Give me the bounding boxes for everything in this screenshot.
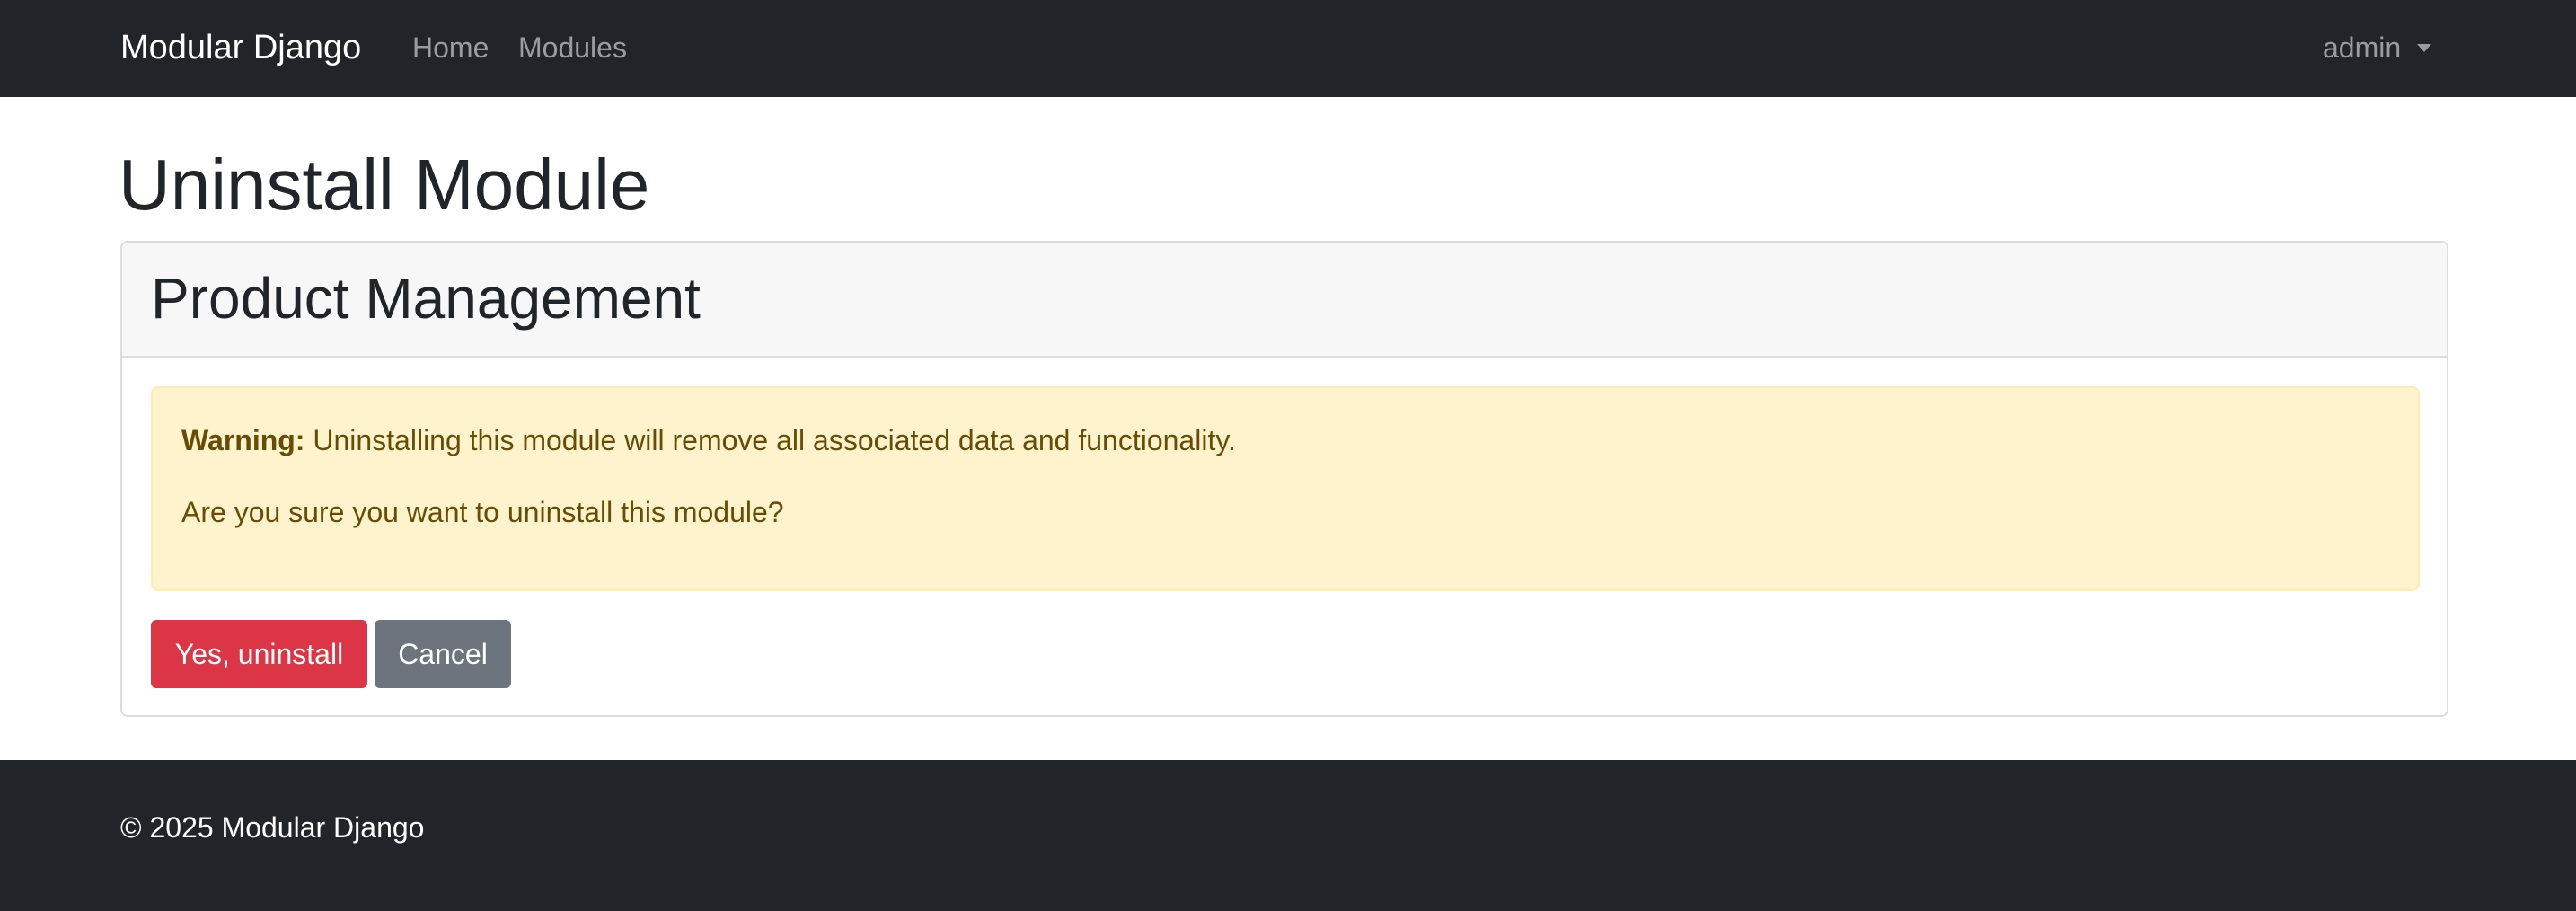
warning-message: Warning: Uninstalling this module will r…	[181, 420, 1236, 460]
warning-alert: Warning: Uninstalling this module will r…	[151, 386, 2420, 591]
top-navbar: Modular Django Home Modules admin	[0, 0, 2576, 97]
user-menu-label: admin	[2323, 31, 2402, 64]
chevron-down-icon	[2417, 44, 2432, 52]
cancel-button[interactable]: Cancel	[375, 620, 511, 688]
page-footer: © 2025 Modular Django	[0, 760, 2576, 911]
card-header: Product Management	[122, 243, 2447, 358]
page-title: Uninstall Module	[119, 145, 650, 225]
brand-link[interactable]: Modular Django	[120, 25, 361, 70]
footer-copyright: © 2025 Modular Django	[120, 811, 425, 844]
warning-label: Warning:	[181, 424, 305, 456]
nav-link-modules[interactable]: Modules	[518, 27, 627, 68]
confirm-uninstall-button[interactable]: Yes, uninstall	[151, 620, 367, 688]
module-card: Product Management Warning: Uninstalling…	[120, 241, 2448, 717]
nav-link-home[interactable]: Home	[412, 27, 489, 68]
module-name: Product Management	[151, 266, 701, 331]
user-menu-dropdown[interactable]: admin	[2323, 27, 2432, 68]
confirmation-question: Are you sure you want to uninstall this …	[181, 496, 784, 528]
warning-text: Uninstalling this module will remove all…	[313, 424, 1236, 456]
